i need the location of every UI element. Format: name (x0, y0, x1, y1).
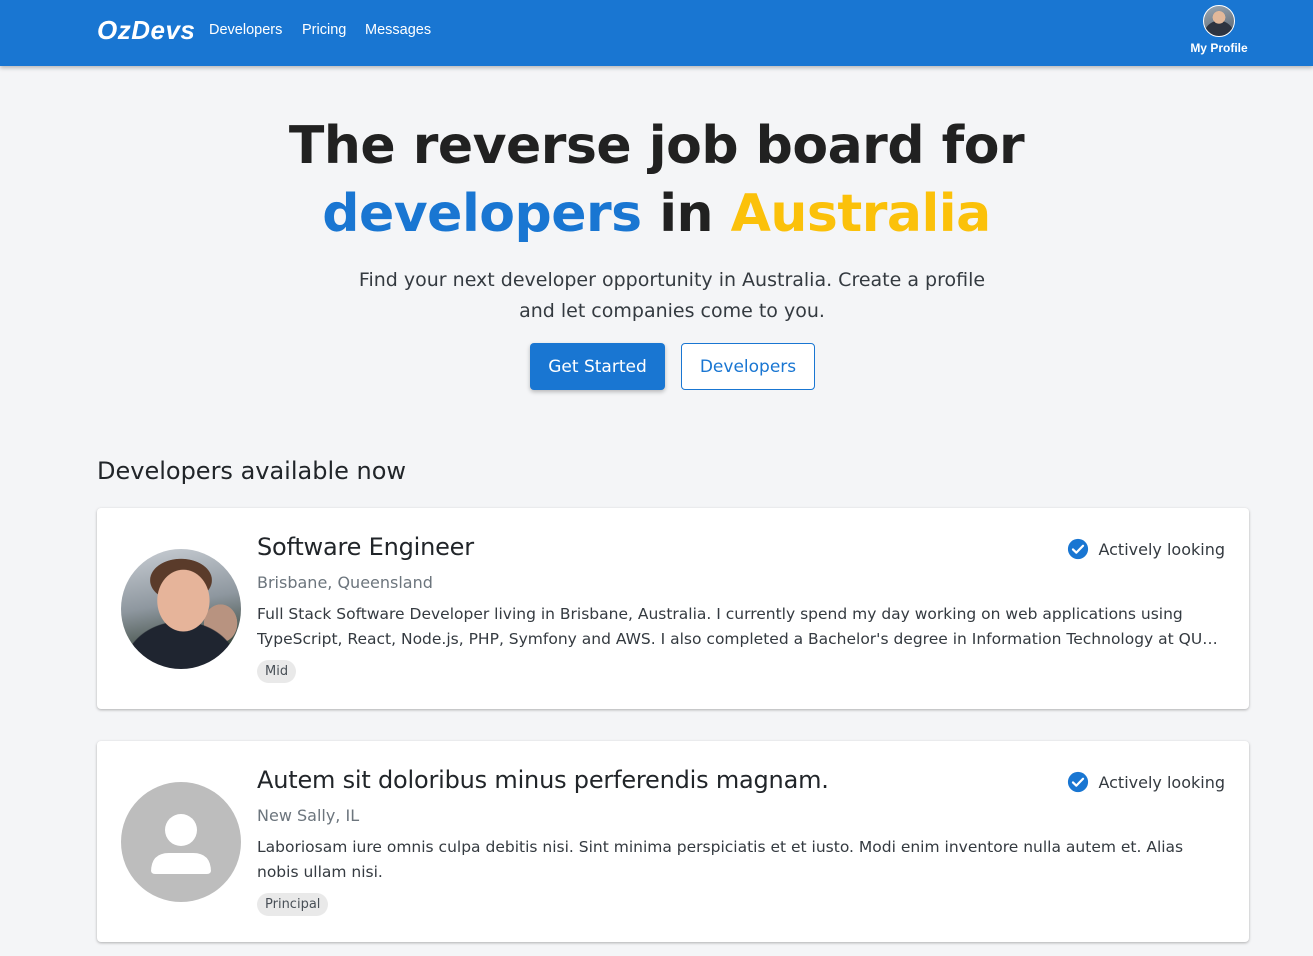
status-text: Actively looking (1098, 539, 1225, 559)
profile-avatar (1203, 5, 1235, 37)
developers-button[interactable]: Developers (681, 343, 815, 390)
experience-level-badge: Principal (257, 893, 329, 916)
hero-title-australia: Australia (730, 184, 992, 244)
status-indicator: Actively looking (1067, 770, 1225, 794)
hero-title-developers: developers (322, 184, 642, 244)
my-profile-link[interactable]: My Profile (1186, 4, 1252, 60)
check-circle-icon (1068, 771, 1089, 793)
check-circle-icon (1068, 538, 1089, 560)
developer-bio: Full Stack Software Developer living in … (257, 605, 1217, 648)
developer-title: Software Engineer (257, 533, 474, 561)
developer-avatar (121, 549, 241, 669)
nav-link-developers[interactable]: Developers (209, 22, 282, 38)
nav-link-pricing[interactable]: Pricing (302, 22, 346, 38)
developer-avatar (121, 782, 241, 902)
developer-bio: Laboriosam iure omnis culpa debitis nisi… (257, 838, 1184, 881)
developer-location: Brisbane, Queensland (257, 573, 433, 592)
get-started-button[interactable]: Get Started (530, 343, 665, 390)
status-indicator: Actively looking (1067, 537, 1225, 561)
section-heading: Developers available now (97, 457, 407, 485)
developer-location: New Sally, IL (257, 806, 360, 825)
my-profile-label: My Profile (1190, 41, 1248, 55)
experience-level-badge: Mid (257, 660, 297, 683)
top-navbar: OzDevs Developers Pricing Messages My Pr… (0, 0, 1313, 66)
brand-logo[interactable]: OzDevs (97, 15, 195, 46)
hero-subtitle: Find your next developer opportunity in … (358, 269, 986, 322)
developer-card[interactable]: Software Engineer Brisbane, Queensland F… (97, 508, 1249, 709)
hero-title: The reverse job board for developers in … (0, 112, 1313, 248)
nav-link-messages[interactable]: Messages (365, 22, 431, 38)
developer-title: Autem sit doloribus minus perferendis ma… (257, 766, 829, 794)
status-text: Actively looking (1098, 772, 1225, 792)
person-placeholder-icon (151, 814, 211, 874)
hero-title-line1: The reverse job board for (288, 116, 1025, 176)
hero-title-in: in (641, 184, 731, 244)
developer-card[interactable]: Autem sit doloribus minus perferendis ma… (97, 741, 1249, 942)
